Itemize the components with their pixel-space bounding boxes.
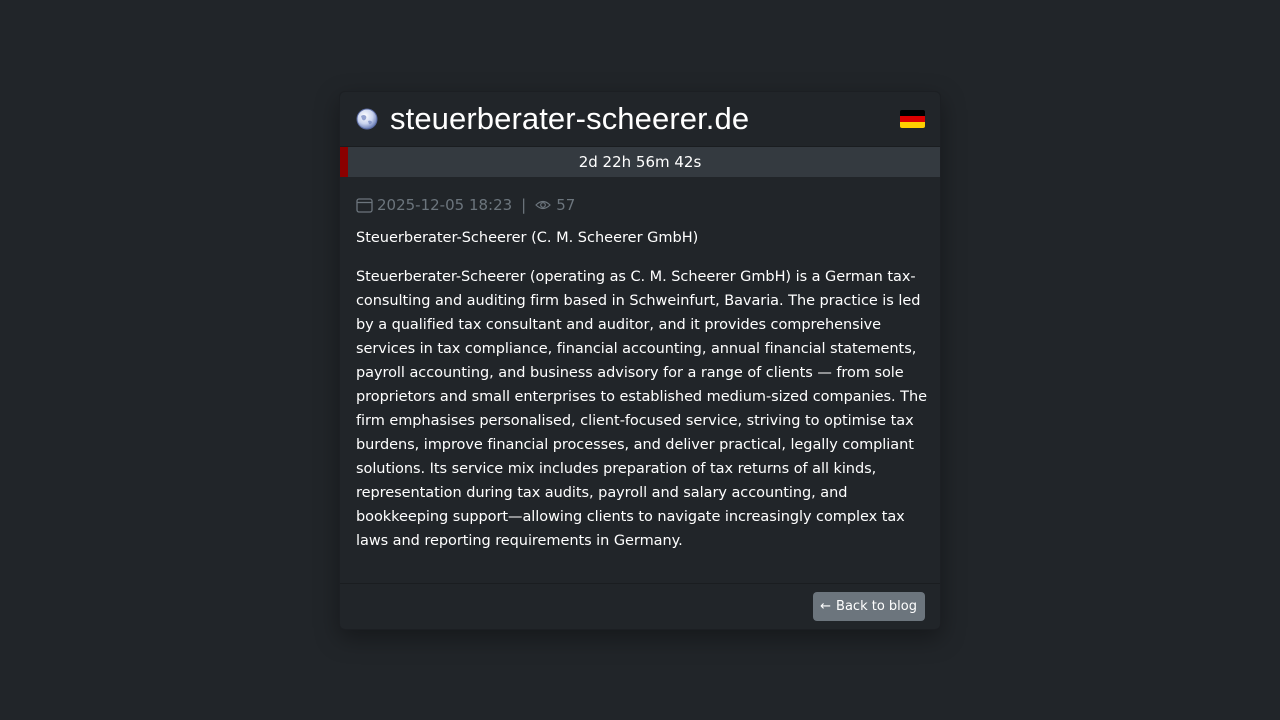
countdown-progress-bar: 2d 22h 56m 42s <box>340 147 940 177</box>
back-to-blog-button[interactable]: ← Back to blog <box>813 592 925 621</box>
meta-separator: | <box>521 196 527 214</box>
card-body: 2025-12-05 18:23 | 57 Steuerberater-Sche… <box>340 177 940 553</box>
arrow-left-icon: ← <box>820 599 832 614</box>
de-flag-icon <box>900 110 925 128</box>
card-footer: ← Back to blog <box>340 583 940 629</box>
eye-icon <box>535 200 552 210</box>
post-description: Steuerberater-Scheerer (operating as C. … <box>356 269 927 549</box>
globe-icon <box>356 108 378 130</box>
view-count: 57 <box>556 196 576 214</box>
calendar-icon <box>356 198 373 213</box>
blog-post-card: steuerberater-scheerer.de 2d 22h 56m 42s… <box>339 91 941 630</box>
back-button-label: Back to blog <box>836 599 917 614</box>
post-date: 2025-12-05 18:23 <box>377 196 513 214</box>
countdown-label: 2d 22h 56m 42s <box>578 153 702 171</box>
site-title: steuerberater-scheerer.de <box>390 101 750 136</box>
post-subtitle: Steuerberater-Scheerer (C. M. Scheerer G… <box>356 230 699 246</box>
post-meta: 2025-12-05 18:23 | 57 <box>356 194 932 216</box>
card-header: steuerberater-scheerer.de <box>340 92 940 147</box>
